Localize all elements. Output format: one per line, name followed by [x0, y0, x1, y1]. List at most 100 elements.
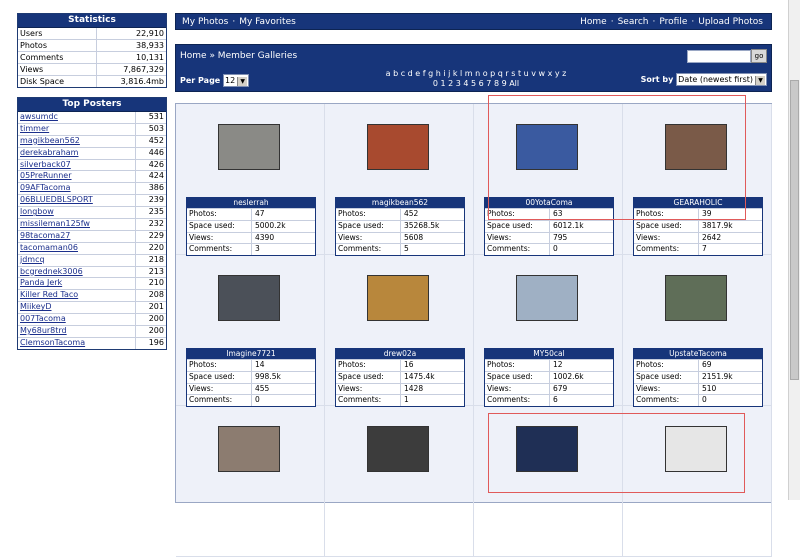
info-row: Views: 795 — [485, 231, 613, 244]
gallery-username-link[interactable]: MY50cal — [485, 349, 613, 359]
info-row: Views: 5608 — [336, 231, 464, 244]
views-value: 1428 — [404, 383, 424, 393]
search-input[interactable] — [687, 50, 751, 63]
poster-link[interactable]: silverback07 — [18, 159, 136, 171]
photos-label: Photos: — [634, 360, 699, 371]
space-value: 1002.6k — [553, 371, 584, 381]
gallery-username-link[interactable]: magikbean562 — [336, 198, 464, 208]
info-row: Comments: 0 — [187, 394, 315, 407]
space-value: 35268.5k — [404, 220, 440, 230]
poster-count: 200 — [148, 326, 164, 336]
poster-link[interactable]: 05PreRunner — [18, 171, 136, 183]
poster-row: 007Tacoma 200 — [18, 314, 166, 327]
info-row: Space used: 998.5k — [187, 370, 315, 383]
poster-link[interactable]: My68ur8trd — [18, 326, 136, 337]
home-link[interactable]: Home — [580, 17, 607, 27]
gallery-info-table: magikbean562 Photos: 452 Space used: 35268… — [335, 197, 465, 257]
scrollbar-thumb[interactable] — [790, 80, 799, 380]
number-filter[interactable]: 0 1 2 3 4 5 6 7 8 9 All — [356, 79, 596, 88]
poster-link[interactable]: ClemsonTacoma — [18, 337, 136, 349]
highlight-box — [488, 413, 745, 493]
comments-value: 1 — [404, 395, 409, 405]
gallery-info-table: drew02a Photos: 16 Space used: 1475.4k Vie… — [335, 348, 465, 408]
views-value: 455 — [255, 383, 270, 393]
gallery-username-link[interactable]: UpstateTacoma — [634, 349, 762, 359]
my-favorites-link[interactable]: My Favorites — [239, 17, 296, 27]
poster-count: 426 — [148, 159, 164, 169]
info-row: Comments: 6 — [485, 394, 613, 407]
poster-link[interactable]: timmer — [18, 123, 136, 135]
poster-row: tacomaman06 220 — [18, 242, 166, 255]
poster-link[interactable]: 09AFTacoma — [18, 183, 136, 195]
per-page-select[interactable]: 12 ▼ — [223, 74, 250, 87]
poster-link[interactable]: bcgrednek3006 — [18, 266, 136, 278]
profile-link[interactable]: Profile — [659, 17, 687, 27]
comments-value: 3 — [255, 244, 260, 254]
info-row: Space used: 6012.1k — [485, 219, 613, 232]
photos-label: Photos: — [485, 360, 550, 371]
gallery-thumbnail[interactable] — [367, 426, 429, 472]
gallery-thumbnail[interactable] — [367, 124, 429, 170]
stats-value: 10,131 — [136, 53, 164, 62]
comments-label: Comments: — [187, 244, 252, 256]
my-photos-link[interactable]: My Photos — [182, 17, 228, 27]
poster-row: ClemsonTacoma 196 — [18, 337, 166, 349]
views-value: 510 — [702, 383, 717, 393]
stats-label: Comments — [18, 52, 97, 63]
gallery-thumbnail[interactable] — [367, 275, 429, 321]
gallery-thumbnail[interactable] — [218, 124, 280, 170]
info-row: Comments: 1 — [336, 394, 464, 407]
search-link[interactable]: Search — [618, 17, 649, 27]
poster-link[interactable]: derekabraham — [18, 147, 136, 159]
gallery-username-link[interactable]: neslerrah — [187, 198, 315, 208]
gallery-cell: UpstateTacoma Photos: 69 Space used: 2151.… — [623, 255, 772, 408]
poster-row: timmer 503 — [18, 123, 166, 136]
poster-link[interactable]: longbow — [18, 207, 136, 219]
poster-link[interactable]: 007Tacoma — [18, 314, 136, 326]
views-value: 2642 — [702, 232, 722, 242]
poster-link[interactable]: Killer Red Taco — [18, 290, 136, 302]
poster-link[interactable]: 06BLUEDBLSPORT — [18, 195, 136, 207]
poster-row: 05PreRunner 424 — [18, 171, 166, 184]
comments-value: 0 — [702, 395, 707, 405]
breadcrumb[interactable]: Home » Member Galleries — [180, 51, 297, 61]
poster-link[interactable]: tacomaman06 — [18, 242, 136, 254]
stats-row: Disk Space 3,816.4mb — [18, 76, 166, 87]
poster-link[interactable]: jdmcq — [18, 254, 136, 266]
stats-value: 3,816.4mb — [120, 77, 164, 86]
poster-link[interactable]: Panda Jerk — [18, 278, 136, 290]
poster-link[interactable]: MiikeyD — [18, 302, 136, 314]
photos-value: 47 — [255, 209, 265, 218]
gallery-username-link[interactable]: drew02a — [336, 349, 464, 359]
comments-value: 0 — [255, 395, 260, 405]
space-label: Space used: — [336, 371, 401, 383]
views-label: Views: — [187, 383, 252, 395]
gallery-username-link[interactable]: Imagine7721 — [187, 349, 315, 359]
gallery-thumbnail[interactable] — [218, 275, 280, 321]
space-label: Space used: — [485, 371, 550, 383]
poster-link[interactable]: missileman125fw — [18, 219, 136, 230]
top-nav-bar: My Photos · My Favorites Home · Search · Profi… — [175, 13, 772, 30]
go-button[interactable]: go — [751, 49, 767, 63]
gallery-thumbnail[interactable] — [218, 426, 280, 472]
scrollbar[interactable] — [788, 0, 800, 500]
top-posters-list: awsumdc 531 timmer 503 magikbean562 452 dereka… — [18, 112, 166, 349]
info-row: Comments: 0 — [634, 394, 762, 407]
highlight-box — [488, 95, 746, 220]
poster-link[interactable]: awsumdc — [18, 112, 136, 123]
poster-count: 503 — [148, 123, 164, 133]
alphabet-filter[interactable]: a b c d e f g h i j k l m n o p q r s t … — [356, 69, 596, 78]
info-row: Space used: 35268.5k — [336, 219, 464, 232]
views-value: 4390 — [255, 232, 275, 242]
sort-select[interactable]: Date (newest first) ▼ — [676, 73, 767, 86]
nav-separator: · — [652, 17, 656, 27]
gallery-thumbnail[interactable] — [516, 275, 578, 321]
poster-link[interactable]: 98tacoma27 — [18, 230, 136, 242]
gallery-thumbnail[interactable] — [665, 275, 727, 321]
info-row: Space used: 2151.9k — [634, 370, 762, 383]
per-page-control: Per Page 12 ▼ — [180, 74, 250, 87]
stats-label: Views — [18, 64, 97, 75]
upload-photos-link[interactable]: Upload Photos — [698, 17, 763, 27]
space-label: Space used: — [634, 371, 699, 383]
poster-link[interactable]: magikbean562 — [18, 135, 136, 147]
